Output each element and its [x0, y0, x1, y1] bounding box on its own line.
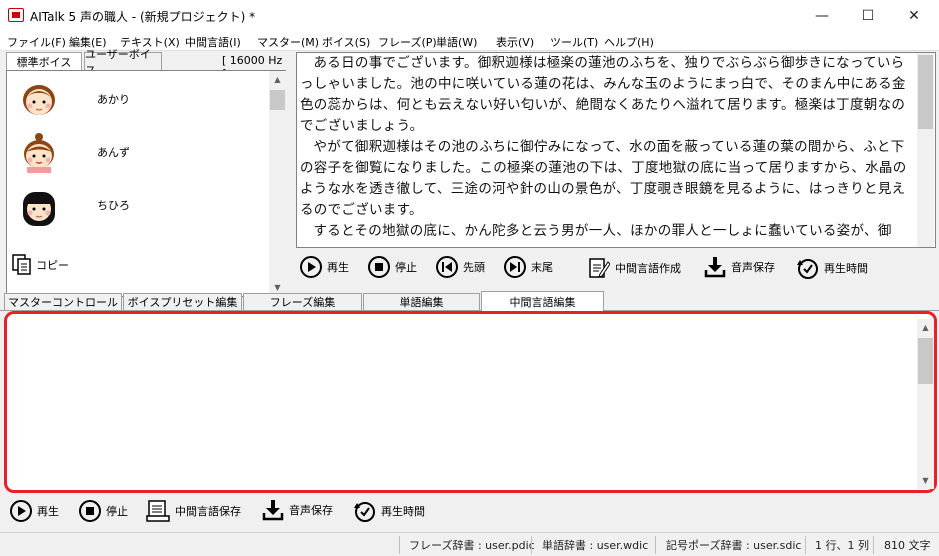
voice-item-anzu[interactable]: あんず [7, 124, 269, 177]
stop-button[interactable]: 停止 [368, 256, 417, 278]
play-time-label: 再生時間 [381, 505, 425, 518]
scroll-thumb[interactable] [918, 338, 933, 384]
bottom-stop-button[interactable]: 停止 [79, 500, 128, 522]
character-count: 810 文字 [884, 539, 931, 552]
cursor-position: 1 行、1 列 [815, 539, 869, 552]
bottom-save-audio-button[interactable]: 音声保存 [262, 499, 333, 521]
skip-last-icon [504, 256, 526, 278]
download-icon [704, 257, 726, 278]
word-dictionary-status: 単語辞書 : user.wdic [542, 539, 649, 552]
status-divider [399, 536, 400, 554]
timer-icon [354, 502, 375, 522]
scroll-up-icon[interactable]: ▲ [917, 319, 934, 336]
voice-name: ちひろ [97, 199, 130, 212]
tab-phrase-edit[interactable]: フレーズ編集 [243, 293, 362, 311]
document-edit-icon [589, 258, 610, 278]
tab-master-control[interactable]: マスターコントロール [4, 293, 122, 311]
play-button[interactable]: 再生 [300, 256, 349, 278]
play-label: 再生 [37, 505, 59, 518]
first-label: 先頭 [463, 261, 485, 274]
status-bar: フレーズ辞書 : user.pdic 単語辞書 : user.wdic 記号ポー… [0, 532, 939, 556]
scroll-down-icon[interactable]: ▼ [917, 472, 934, 489]
timer-icon [797, 259, 818, 279]
last-button[interactable]: 末尾 [504, 256, 553, 278]
voice-item-chihiro[interactable]: ちひろ [7, 177, 269, 230]
save-audio-label: 音声保存 [731, 261, 775, 274]
status-divider [873, 536, 874, 554]
close-button[interactable]: ✕ [891, 0, 937, 31]
tab-voice-preset[interactable]: ボイスプリセット編集 [123, 293, 242, 311]
bottom-play-time-button[interactable]: 再生時間 [353, 499, 425, 523]
play-time-label: 再生時間 [824, 262, 868, 275]
akari-avatar-icon [23, 85, 55, 115]
voice-item-akari[interactable]: あかり [7, 71, 269, 124]
save-intermediate-button[interactable]: 中間言語保存 [146, 499, 241, 523]
stop-label: 停止 [395, 261, 417, 274]
menu-intermediate[interactable]: 中間言語(I) [185, 34, 241, 50]
download-icon [262, 500, 284, 521]
tab-user-voice[interactable]: ユーザーボイス [84, 48, 162, 77]
tab-intermediate-edit[interactable]: 中間言語編集 [481, 291, 604, 312]
menu-phrase[interactable]: フレーズ(P) [378, 34, 437, 50]
voice-name: あかり [97, 93, 130, 106]
voice-list-scrollbar[interactable]: ▲ ▼ [269, 71, 286, 296]
stop-icon [368, 256, 390, 278]
status-divider [655, 536, 656, 554]
skip-first-icon [436, 256, 458, 278]
maximize-button[interactable]: ☐ [845, 0, 891, 31]
text-paragraph: ある日の事でございます。御釈迦様は極楽の蓮池のふちを、独りでぶらぶら御歩きになっ… [300, 55, 906, 134]
create-intermediate-label: 中間言語作成 [615, 262, 681, 275]
phrase-dictionary-status: フレーズ辞書 : user.pdic [409, 539, 535, 552]
play-label: 再生 [327, 261, 349, 274]
voice-name: あんず [97, 146, 130, 159]
menu-file[interactable]: ファイル(F) [7, 34, 66, 50]
menu-word[interactable]: 単語(W) [436, 34, 477, 50]
play-icon [300, 256, 322, 278]
stop-label: 停止 [106, 505, 128, 518]
status-divider [531, 536, 532, 554]
scroll-up-icon[interactable]: ▲ [269, 71, 286, 88]
tab-word-edit[interactable]: 単語編集 [363, 293, 480, 311]
text-paragraph: するとその地獄の底に、かん陀多と云う男が一人、ほかの罪人と一しょに蠢いている姿が… [313, 223, 892, 239]
first-button[interactable]: 先頭 [436, 256, 485, 278]
document-save-icon [146, 500, 170, 522]
anzu-avatar-icon [24, 133, 54, 173]
menu-tools[interactable]: ツール(T) [550, 34, 598, 50]
play-time-button[interactable]: 再生時間 [796, 256, 868, 280]
minimize-button[interactable]: — [799, 0, 845, 31]
text-editor[interactable]: ある日の事でございます。御釈迦様は極楽の蓮池のふちを、独りでぶらぶら御歩きになっ… [296, 52, 936, 248]
copy-button[interactable]: コピー [12, 254, 69, 276]
status-divider [805, 536, 806, 554]
intermediate-edit-area[interactable]: ▲ ▼ [4, 311, 937, 493]
save-intermediate-label: 中間言語保存 [175, 505, 241, 518]
create-intermediate-button[interactable]: 中間言語作成 [588, 256, 681, 280]
voice-panel: 標準ボイス ユーザーボイス [ 16000 Hz ] あかり [4, 48, 290, 297]
menu-voice[interactable]: ボイス(S) [322, 34, 370, 50]
copy-icon [12, 254, 31, 275]
text-scrollbar[interactable] [917, 53, 934, 247]
symbol-dictionary-status: 記号ポーズ辞書 : user.sdic [666, 539, 802, 552]
play-icon [10, 500, 32, 522]
copy-label: コピー [36, 259, 69, 272]
scroll-thumb[interactable] [270, 90, 285, 110]
bottom-play-button[interactable]: 再生 [10, 500, 59, 522]
window-title: AITalk 5 声の職人 - (新規プロジェクト) * [30, 10, 256, 24]
last-label: 末尾 [531, 261, 553, 274]
edit-scrollbar[interactable]: ▲ ▼ [917, 319, 934, 489]
scroll-thumb[interactable] [918, 55, 933, 129]
save-audio-button[interactable]: 音声保存 [704, 256, 775, 278]
title-bar: AITalk 5 声の職人 - (新規プロジェクト) * — ☐ ✕ [0, 0, 939, 31]
save-audio-label: 音声保存 [289, 504, 333, 517]
menu-master[interactable]: マスター(M) [257, 34, 319, 50]
tab-standard-voice[interactable]: 標準ボイス [6, 52, 82, 71]
menu-view[interactable]: 表示(V) [496, 34, 534, 50]
stop-icon [79, 500, 101, 522]
text-paragraph: やがて御釈迦様はその池のふちに御佇みになって、水の面を蔽っている蓮の葉の間から、… [300, 139, 907, 218]
menu-help[interactable]: ヘルプ(H) [604, 34, 654, 50]
text-content[interactable]: ある日の事でございます。御釈迦様は極楽の蓮池のふちを、独りでぶらぶら御歩きになっ… [300, 53, 914, 247]
chihiro-avatar-icon [23, 192, 55, 226]
app-icon [8, 8, 24, 22]
